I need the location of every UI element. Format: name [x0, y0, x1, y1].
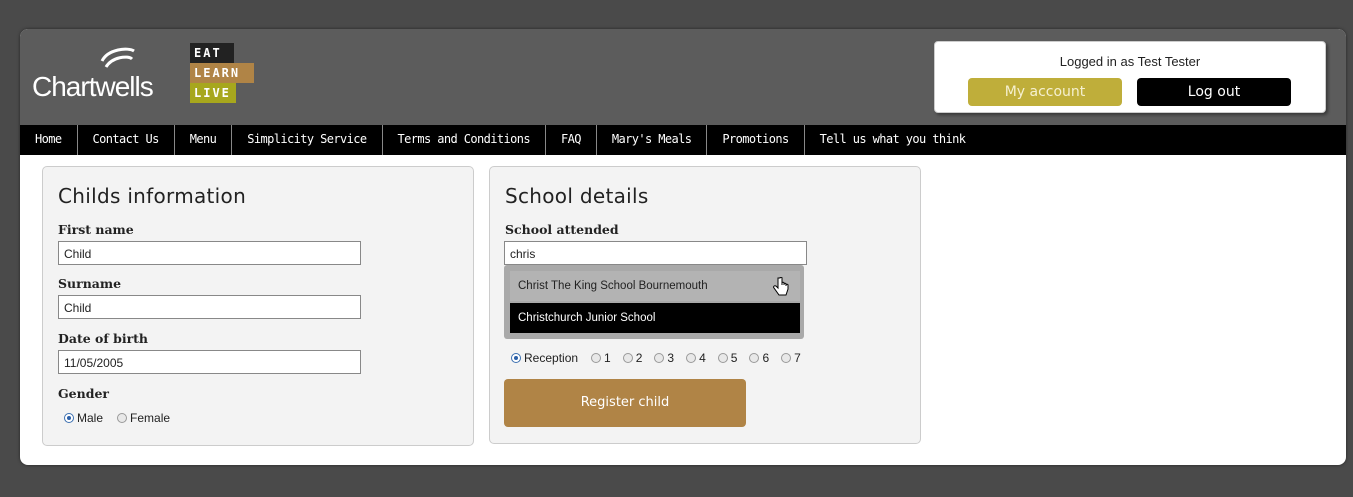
year-option-reception[interactable]: Reception — [511, 351, 578, 365]
radio-icon[interactable] — [622, 353, 633, 363]
year-option-7[interactable]: 7 — [781, 351, 801, 365]
first-name-input[interactable]: Child — [58, 241, 361, 265]
radio-icon[interactable] — [117, 413, 128, 423]
suggestion-item-highlighted[interactable]: Christchurch Junior School — [510, 303, 800, 333]
gender-male-label: Male — [77, 411, 104, 425]
surname-input[interactable]: Child — [58, 295, 361, 319]
main-nav: Home Contact Us Menu Simplicity Service … — [20, 125, 1346, 155]
year-label: 7 — [794, 351, 801, 365]
school-attended-label: School attended — [505, 222, 619, 237]
year-label: 3 — [667, 351, 675, 365]
radio-icon[interactable] — [717, 353, 728, 363]
swoosh-icon — [100, 47, 135, 68]
dob-input[interactable]: 11/05/2005 — [58, 350, 361, 374]
gender-radio-group: Male Female — [64, 411, 184, 425]
hand-cursor-icon — [773, 277, 789, 296]
eat-learn-live-badge: EAT LEARN LIVE — [190, 43, 254, 103]
nav-feedback[interactable]: Tell us what you think — [805, 125, 981, 155]
account-box: Logged in as Test Tester My account Log … — [934, 41, 1326, 113]
school-details-title: School details — [505, 184, 649, 208]
year-option-3[interactable]: 3 — [654, 351, 674, 365]
radio-icon[interactable] — [686, 353, 697, 363]
app-window: Chartwells EAT LEARN LIVE Logged in as T… — [20, 29, 1346, 465]
nav-simplicity-service[interactable]: Simplicity Service — [232, 125, 383, 155]
nav-marys-meals[interactable]: Mary's Meals — [597, 125, 708, 155]
child-info-title: Childs information — [58, 184, 247, 208]
nav-promotions[interactable]: Promotions — [707, 125, 805, 155]
brand-name: Chartwells — [32, 71, 154, 102]
radio-icon[interactable] — [749, 353, 760, 363]
dob-label: Date of birth — [58, 331, 149, 346]
chartwells-logo[interactable]: Chartwells — [32, 41, 172, 111]
year-label: 6 — [762, 351, 770, 365]
suggestion-item[interactable]: Christ The King School Bournemouth — [510, 271, 800, 301]
school-details-panel: School details School attended chris Chr… — [489, 166, 921, 444]
year-label: 4 — [699, 351, 706, 365]
tagline-eat: EAT — [190, 43, 234, 63]
gender-female-option[interactable]: Female — [117, 411, 170, 425]
nav-menu[interactable]: Menu — [175, 125, 233, 155]
school-suggestions-dropdown: Christ The King School Bournemouth Chris… — [504, 265, 804, 339]
year-label: 2 — [635, 351, 643, 365]
nav-home[interactable]: Home — [20, 125, 78, 155]
year-radio-group: Reception 1 2 3 4 5 6 7 — [511, 351, 815, 365]
radio-icon[interactable] — [591, 353, 602, 363]
radio-icon[interactable] — [654, 353, 665, 363]
school-search-input[interactable]: chris — [504, 241, 807, 265]
year-option-2[interactable]: 2 — [622, 351, 643, 365]
radio-selected-icon[interactable] — [511, 353, 521, 363]
gender-label: Gender — [58, 386, 109, 401]
tagline-live: LIVE — [190, 83, 236, 103]
gender-male-option[interactable]: Male — [64, 411, 103, 425]
nav-terms[interactable]: Terms and Conditions — [383, 125, 546, 155]
year-label: Reception — [524, 351, 579, 365]
logged-in-text: Logged in as Test Tester — [1059, 54, 1201, 69]
child-info-panel: Childs information First name Child Surn… — [42, 166, 474, 446]
year-label: 5 — [730, 351, 738, 365]
year-label: 1 — [604, 351, 611, 365]
year-option-1[interactable]: 1 — [591, 351, 611, 365]
year-option-6[interactable]: 6 — [749, 351, 769, 365]
radio-icon[interactable] — [781, 353, 792, 363]
register-child-button[interactable]: Register child — [504, 379, 746, 427]
site-header: Chartwells EAT LEARN LIVE Logged in as T… — [20, 29, 1346, 125]
nav-contact-us[interactable]: Contact Us — [78, 125, 175, 155]
my-account-button[interactable]: My account — [968, 78, 1122, 106]
gender-female-label: Female — [130, 411, 171, 425]
year-option-4[interactable]: 4 — [686, 351, 706, 365]
nav-faq[interactable]: FAQ — [546, 125, 597, 155]
radio-selected-icon[interactable] — [64, 413, 74, 423]
year-option-5[interactable]: 5 — [717, 351, 738, 365]
surname-label: Surname — [58, 276, 122, 291]
log-out-button[interactable]: Log out — [1137, 78, 1291, 106]
tagline-learn: LEARN — [190, 63, 254, 83]
first-name-label: First name — [58, 222, 134, 237]
